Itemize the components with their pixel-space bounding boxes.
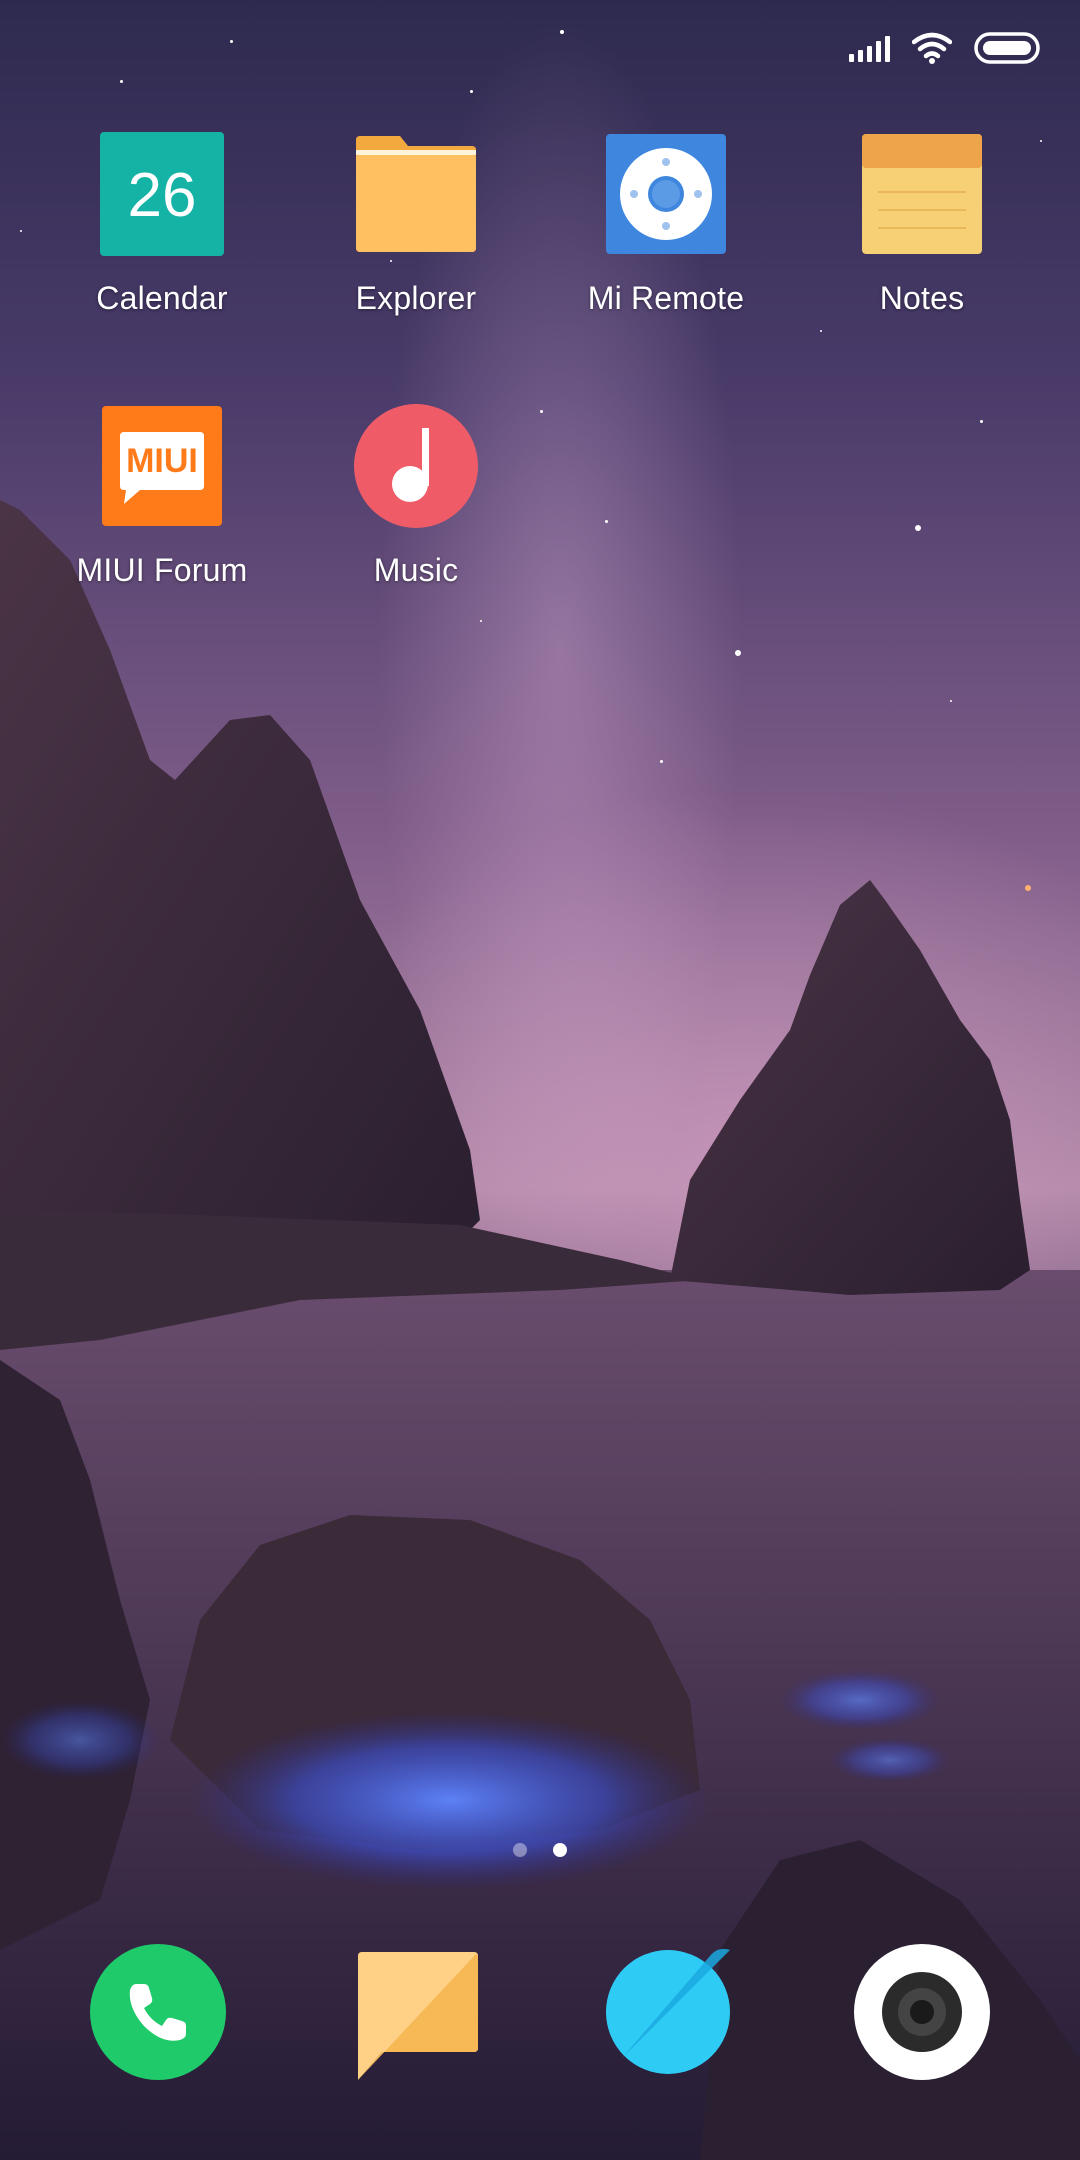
app-label-mi-remote: Mi Remote — [587, 280, 745, 316]
phone-icon — [90, 1944, 226, 2080]
folder-icon — [354, 132, 478, 256]
app-miui-forum[interactable]: MIUI MIUI Forum — [52, 404, 272, 589]
wifi-icon — [912, 32, 952, 64]
calendar-icon: 26 — [100, 132, 224, 256]
star-field — [0, 0, 1080, 2160]
miui-forum-icon: MIUI — [100, 404, 224, 528]
app-mi-remote[interactable]: Mi Remote — [556, 132, 776, 317]
browser-icon — [606, 1948, 730, 2074]
dock-camera-button[interactable] — [852, 1942, 992, 2082]
home-screen: 26 Calendar Explorer Mi Remote Notes MIU… — [0, 0, 1080, 2160]
page-dot-2[interactable] — [553, 1843, 567, 1857]
app-music[interactable]: Music — [306, 404, 526, 589]
app-calendar[interactable]: 26 Calendar — [52, 132, 272, 317]
notes-icon — [860, 132, 984, 256]
app-label-music: Music — [373, 552, 459, 588]
page-indicator[interactable] — [0, 1843, 1080, 1857]
app-label-notes: Notes — [879, 280, 965, 316]
dock-messages-button[interactable] — [348, 1942, 488, 2082]
dock-browser-button[interactable] — [598, 1942, 738, 2082]
remote-icon — [604, 132, 728, 256]
page-dot-1[interactable] — [513, 1843, 527, 1857]
app-explorer[interactable]: Explorer — [306, 132, 526, 317]
status-bar — [849, 28, 1040, 68]
miui-logo-text: MIUI — [126, 442, 198, 480]
app-label-calendar: Calendar — [96, 280, 228, 316]
app-notes[interactable]: Notes — [812, 132, 1032, 317]
calendar-date-text: 26 — [127, 161, 197, 230]
dock-phone-button[interactable] — [88, 1942, 228, 2082]
app-label-explorer: Explorer — [355, 280, 477, 316]
camera-icon — [854, 1944, 990, 2080]
music-note-icon — [354, 404, 478, 528]
battery-icon — [974, 32, 1040, 64]
signal-bars-icon — [849, 34, 890, 62]
app-label-miui-forum: MIUI Forum — [76, 552, 248, 588]
messages-icon — [358, 1952, 478, 2080]
